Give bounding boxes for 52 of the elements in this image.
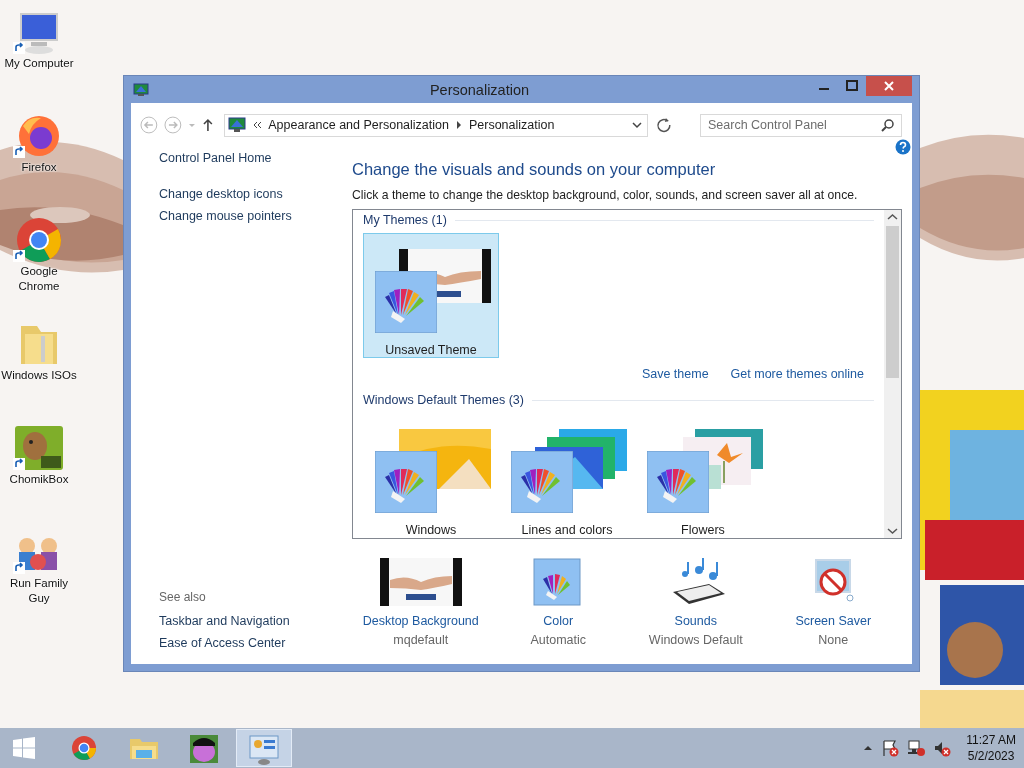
- flag-icon[interactable]: [880, 738, 901, 758]
- theme-name: Windows: [405, 523, 457, 537]
- control-panel-icon: [133, 82, 149, 97]
- search-field[interactable]: Search Control Panel: [700, 113, 902, 137]
- icon-label[interactable]: Firefox: [0, 160, 78, 175]
- icon-label[interactable]: My Computer: [0, 56, 78, 71]
- group-title: My Themes (1): [363, 213, 447, 227]
- icon-label[interactable]: Run Family Guy: [0, 576, 78, 606]
- theme-tile[interactable]: Lines and colors: [499, 413, 635, 538]
- link[interactable]: Get more themes online: [730, 367, 864, 381]
- close-icon[interactable]: [866, 76, 912, 96]
- description-text: Click a theme to change the desktop background, color, sounds, and screen saver all at once.: [352, 188, 859, 202]
- setting-link[interactable]: Desktop Background: [362, 614, 479, 628]
- theme-tile[interactable]: Windows: [363, 413, 499, 538]
- page-heading: Change the visuals and sounds on your computer: [352, 160, 717, 179]
- color-swatch-icon: [375, 451, 437, 513]
- theme-name: Lines and colors: [521, 523, 613, 537]
- setting-value: Automatic: [530, 633, 587, 647]
- setting-link[interactable]: Color: [543, 614, 574, 628]
- setting-value: None: [818, 633, 849, 647]
- theme-tile[interactable]: Unsaved Theme: [363, 233, 499, 358]
- breadcrumb[interactable]: Appearance and Personalization: [268, 118, 449, 132]
- sidebar-link[interactable]: Control Panel Home: [159, 151, 272, 165]
- clock[interactable]: 11:27 AM 5/2/2023: [966, 732, 1016, 764]
- search-icon[interactable]: [880, 117, 896, 134]
- theme-name: Unsaved Theme: [385, 343, 477, 357]
- section-heading: See also: [159, 590, 206, 604]
- sidebar-link[interactable]: Taskbar and Navigation: [159, 614, 290, 628]
- icon-label[interactable]: ChomikBox: [0, 472, 78, 487]
- color-swatch-icon: [647, 451, 709, 513]
- icon-label[interactable]: Windows ISOs: [0, 368, 78, 383]
- setting-link[interactable]: Sounds: [674, 614, 717, 628]
- group-title: Windows Default Themes (3): [363, 393, 524, 407]
- icon-label[interactable]: Google Chrome: [0, 264, 78, 294]
- sidebar-link[interactable]: Change mouse pointers: [159, 209, 292, 223]
- theme-tile[interactable]: Flowers: [635, 413, 771, 538]
- breadcrumb[interactable]: Personalization: [468, 118, 555, 132]
- theme-name: Flowers: [681, 523, 725, 537]
- sidebar-link[interactable]: Ease of Access Center: [159, 636, 286, 650]
- link[interactable]: Save theme: [641, 367, 709, 381]
- window-title: Personalization: [428, 81, 531, 98]
- control-panel-icon: [228, 117, 247, 133]
- help-icon[interactable]: [895, 139, 911, 155]
- setting-link[interactable]: Screen Saver: [795, 614, 872, 628]
- sidebar-link[interactable]: Change desktop icons: [159, 187, 283, 201]
- setting-value: Windows Default: [648, 633, 743, 647]
- network-icon[interactable]: [906, 738, 927, 758]
- scrollbar-thumb[interactable]: [886, 226, 899, 378]
- color-swatch-icon: [511, 451, 573, 513]
- setting-value: mqdefault: [393, 633, 449, 647]
- color-swatch-icon: [375, 271, 437, 333]
- address-bar[interactable]: Appearance and Personalization Personalization: [224, 113, 649, 137]
